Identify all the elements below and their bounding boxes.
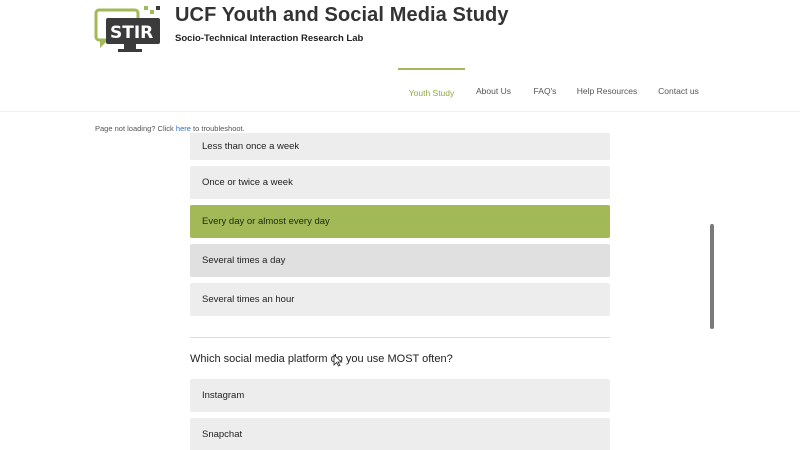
mouse-cursor-icon bbox=[333, 354, 343, 367]
option-snapchat[interactable]: Snapchat bbox=[190, 418, 610, 450]
nav-contact-us[interactable]: Contact us bbox=[652, 68, 705, 112]
option-label: Instagram bbox=[202, 390, 245, 401]
option-label: Snapchat bbox=[202, 429, 243, 440]
svg-text:STIR: STIR bbox=[110, 23, 153, 43]
option-less-than-once-a-week[interactable]: Less than once a week bbox=[190, 133, 610, 160]
troubleshoot-link[interactable]: here bbox=[176, 124, 191, 133]
option-once-or-twice-a-week[interactable]: Once or twice a week bbox=[190, 166, 610, 199]
nav-help-resources[interactable]: Help Resources bbox=[572, 68, 642, 112]
option-label: Several times an hour bbox=[202, 294, 295, 305]
troubleshoot-prefix: Page not loading? Click bbox=[95, 124, 174, 133]
troubleshoot-suffix: to troubleshoot. bbox=[193, 124, 245, 133]
option-label: Every day or almost every day bbox=[202, 216, 330, 227]
platform-question-text: Which social media platform do you use M… bbox=[190, 353, 453, 365]
site-subtitle: Socio-Technical Interaction Research Lab bbox=[175, 33, 364, 44]
main-navigation: Youth Study About Us FAQ's Help Resource… bbox=[0, 68, 800, 112]
option-every-day-selected[interactable]: Every day or almost every day bbox=[190, 205, 610, 238]
option-several-times-an-hour[interactable]: Several times an hour bbox=[190, 283, 610, 316]
troubleshoot-notice: Page not loading? Click here to troubles… bbox=[95, 124, 245, 133]
page-scrollbar[interactable] bbox=[710, 224, 714, 329]
nav-youth-study[interactable]: Youth Study bbox=[398, 68, 465, 112]
option-label: Less than once a week bbox=[202, 141, 300, 152]
stir-logo[interactable]: STIR bbox=[94, 6, 164, 54]
question-divider bbox=[190, 337, 610, 338]
header-divider bbox=[0, 111, 800, 112]
option-label: Several times a day bbox=[202, 255, 286, 266]
site-title[interactable]: UCF Youth and Social Media Study bbox=[175, 4, 509, 27]
nav-about-us[interactable]: About Us bbox=[470, 68, 517, 112]
option-instagram[interactable]: Instagram bbox=[190, 379, 610, 412]
nav-faqs[interactable]: FAQ's bbox=[526, 68, 564, 112]
option-label: Once or twice a week bbox=[202, 177, 293, 188]
option-several-times-a-day[interactable]: Several times a day bbox=[190, 244, 610, 277]
